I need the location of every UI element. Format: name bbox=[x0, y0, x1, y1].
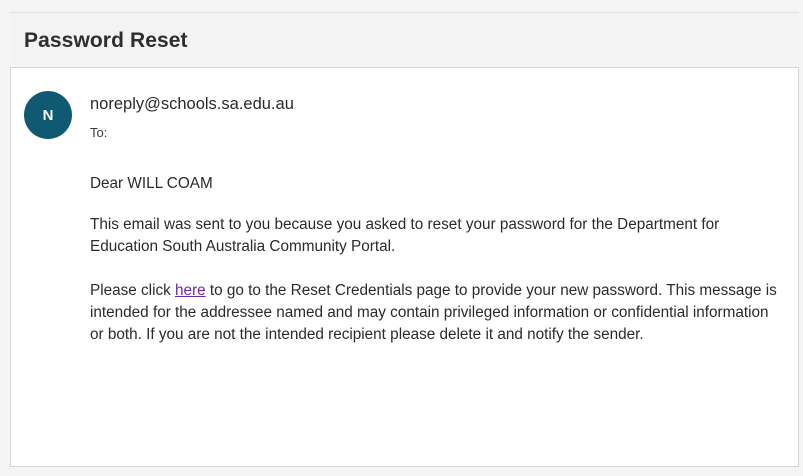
recipient-to-label: To: bbox=[90, 125, 108, 140]
email-paragraph-2: Please click here to go to the Reset Cre… bbox=[90, 280, 780, 346]
email-salutation: Dear WILL COAM bbox=[90, 175, 213, 192]
email-subject: Password Reset bbox=[24, 29, 188, 52]
sender-avatar[interactable]: N bbox=[24, 91, 72, 139]
message-card: N noreply@schools.sa.edu.au To: Dear WIL… bbox=[10, 67, 799, 467]
reset-link[interactable]: here bbox=[175, 282, 206, 299]
email-reading-pane: Password Reset N noreply@schools.sa.edu.… bbox=[0, 0, 803, 476]
paragraph-2-lead-text: Please click bbox=[90, 282, 176, 299]
sender-address[interactable]: noreply@schools.sa.edu.au bbox=[90, 95, 294, 114]
subject-header: Password Reset bbox=[10, 12, 799, 65]
avatar-initial: N bbox=[42, 106, 54, 124]
email-paragraph-1: This email was sent to you because you a… bbox=[90, 216, 720, 255]
email-body: Dear WILL COAM This email was sent to yo… bbox=[90, 173, 780, 346]
